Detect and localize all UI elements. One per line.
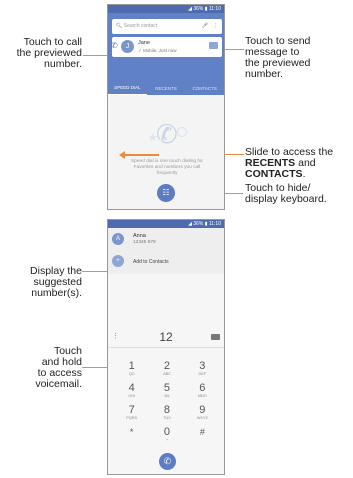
key-6[interactable]: 6 MNO	[185, 382, 220, 404]
search-bar[interactable]: 🔍︎ Search contact 🎤︎ ⋮	[112, 19, 222, 34]
dialpad-icon: ☷	[162, 188, 170, 197]
slide-pointer-line	[225, 154, 244, 156]
key-2[interactable]: 2 ABC	[149, 360, 184, 382]
dial-display: ⋮ 12	[108, 328, 224, 348]
phone-handset-icon: ✆	[156, 119, 178, 149]
key-4[interactable]: 4 GHI	[114, 382, 149, 404]
keypad: 1 QO 2 ABC 3 DEF 4 GHI 5 JKL 6 MNO 7 PQRS 8 TUV …	[114, 360, 220, 448]
status-bar: ◢ 36% ▮ 11:10	[108, 5, 224, 13]
phone-icon: ✆	[163, 456, 172, 466]
call-button[interactable]: ✆	[159, 453, 176, 470]
call-annotation: Touch to call the previewed number.	[16, 36, 82, 70]
send-annotation: Touch to send message to the previewed numb…	[245, 35, 311, 80]
key-hash[interactable]: #	[185, 426, 220, 448]
key-0[interactable]: 0 +	[149, 426, 184, 448]
phone-screen-dialer: ◢ 36% ▮ 11:10 🔍︎ Search contact 🎤︎ ⋮ ✆ J…	[107, 4, 225, 210]
tab-bar: SPEED DIAL RECENTS CONTACTS	[108, 81, 224, 95]
contact-sub: ✓ Mobile, Just now	[138, 48, 177, 53]
speed-dial-illustration: ★ ✆	[146, 119, 190, 155]
tab-speed-dial[interactable]: SPEED DIAL	[108, 82, 147, 95]
suggestions-panel: A Anna 12345 678 + Add to Contacts	[108, 228, 224, 274]
search-input[interactable]: Search contact	[124, 23, 157, 29]
empty-state-text: Speed dial is one touch dialing for Favo…	[130, 159, 203, 176]
tab-recents[interactable]: RECENTS	[147, 86, 186, 91]
contact-name: Jane	[138, 40, 150, 46]
message-icon[interactable]	[209, 42, 218, 49]
mic-icon[interactable]: 🎤︎	[202, 19, 208, 34]
tab-contacts[interactable]: CONTACTS	[185, 86, 224, 91]
search-icon: 🔍︎	[116, 23, 123, 29]
avatar: J	[121, 40, 134, 53]
key-9[interactable]: 9 WXYZ	[185, 404, 220, 426]
key-7[interactable]: 7 PQRS	[114, 404, 149, 426]
suggest-avatar: A	[112, 233, 124, 245]
contact-preview[interactable]: ✆ J Jane ✓ Mobile, Just now	[111, 37, 222, 57]
clock-icon	[177, 127, 187, 137]
dialer-header: 🔍︎ Search contact 🎤︎ ⋮ ✆ J Jane ✓ Mobile…	[108, 13, 224, 95]
key-star[interactable]: *	[114, 426, 149, 448]
suggested-annotation: Display the suggested number(s).	[30, 265, 82, 299]
dialed-number: 12	[159, 330, 173, 344]
status-bar: ◢ 36% ▮ 11:10	[108, 220, 224, 228]
key-8[interactable]: 8 TUV	[149, 404, 184, 426]
call-pointer-line	[83, 55, 108, 57]
slide-annotation: Slide to access the RECENTS and CONTACTS…	[245, 146, 334, 180]
call-icon[interactable]: ✆	[111, 41, 118, 50]
slide-arrow	[123, 154, 159, 156]
backspace-icon[interactable]	[211, 334, 220, 340]
menu-icon[interactable]: ⋮	[213, 19, 218, 34]
key-3[interactable]: 3 DEF	[185, 360, 220, 382]
add-contact-icon[interactable]: +	[112, 255, 124, 267]
add-to-contacts[interactable]: Add to Contacts	[133, 259, 169, 265]
keyboard-annotation: Touch to hide/display keyboard.	[245, 182, 327, 205]
suggest-name[interactable]: Anna	[133, 233, 146, 239]
key-5[interactable]: 5 JKL	[149, 382, 184, 404]
phone-screen-keypad: ◢ 36% ▮ 11:10 A Anna 12345 678 + Add to …	[107, 219, 225, 475]
suggest-number[interactable]: 12345 678	[133, 240, 156, 245]
key-1[interactable]: 1 QO	[114, 360, 149, 382]
dialpad-toggle-button[interactable]: ☷	[157, 184, 175, 202]
slide-arrow-head	[119, 151, 125, 159]
voicemail-annotation: Touch and hold to access voicemail.	[35, 345, 82, 390]
